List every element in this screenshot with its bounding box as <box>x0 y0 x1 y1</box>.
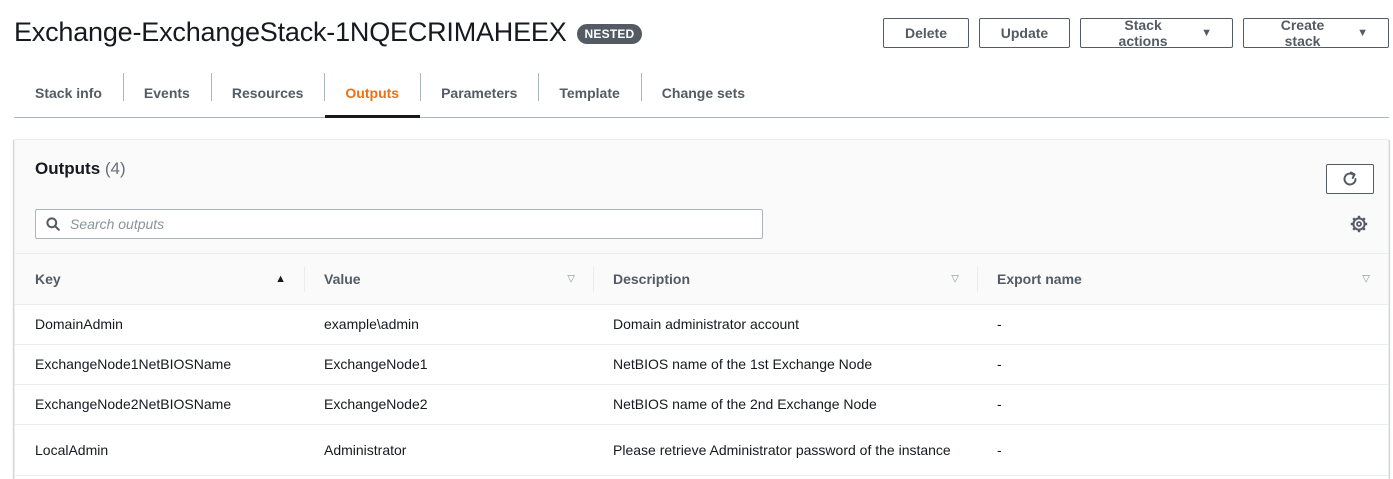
cell-value: ExchangeNode1 <box>304 344 593 385</box>
cell-export-name: - <box>977 304 1388 345</box>
search-icon <box>36 217 70 231</box>
update-button-label: Update <box>1000 25 1049 41</box>
caret-down-icon: ▼ <box>1201 27 1212 39</box>
outputs-panel: Outputs (4) Search outputs Key ▲ Value ▽… <box>14 139 1389 479</box>
cell-value: ExchangeNode2 <box>304 384 593 425</box>
create-stack-button[interactable]: Create stack ▼ <box>1243 17 1389 49</box>
cell-description: Please retrieve Administrator password o… <box>593 424 977 476</box>
tab-stack-info[interactable]: Stack info <box>14 68 123 117</box>
header-actions: Delete Update Stack actions ▼ Create sta… <box>883 17 1389 49</box>
column-label: Value <box>324 270 361 287</box>
gear-icon[interactable] <box>1350 215 1368 233</box>
stack-actions-label: Stack actions <box>1118 17 1168 49</box>
caret-down-icon: ▼ <box>1357 27 1368 39</box>
cloudformation-stack-page: Exchange-ExchangeStack-1NQECRIMAHEEX NES… <box>0 0 1393 479</box>
table-row: ExchangeNode2NetBIOSName ExchangeNode2 N… <box>15 384 1388 425</box>
table-row: DomainAdmin example\admin Domain adminis… <box>15 304 1388 345</box>
stack-tabs: Stack info Events Resources Outputs Para… <box>14 68 1389 118</box>
stack-actions-button[interactable]: Stack actions ▼ <box>1080 17 1233 49</box>
cell-description: NetBIOS name of the 1st Exchange Node <box>593 344 977 385</box>
delete-button[interactable]: Delete <box>883 18 969 48</box>
table-row: ExchangeNode1NetBIOSName ExchangeNode1 N… <box>15 344 1388 385</box>
cell-value: example\admin <box>304 304 593 345</box>
column-label: Export name <box>997 270 1082 287</box>
cell-export-name: - <box>977 384 1388 425</box>
cell-description: Domain administrator account <box>593 304 977 345</box>
column-label: Description <box>613 270 691 287</box>
tab-events[interactable]: Events <box>122 68 211 117</box>
column-header-export-name[interactable]: Export name ▽ <box>977 254 1388 304</box>
tab-outputs[interactable]: Outputs <box>324 68 420 118</box>
cell-export-name: - <box>977 424 1388 476</box>
table-row: LocalAdmin Administrator Please retrieve… <box>15 424 1388 476</box>
sort-icon: ▽ <box>951 273 959 285</box>
column-header-key[interactable]: Key ▲ <box>15 254 304 304</box>
search-box <box>35 209 763 239</box>
create-stack-label: Create stack <box>1280 17 1325 49</box>
sort-icon: ▽ <box>567 273 575 285</box>
cell-description: NetBIOS name of the 2nd Exchange Node <box>593 384 977 425</box>
table-header-row: Key ▲ Value ▽ Description ▽ Export name … <box>15 254 1388 304</box>
column-label: Key <box>35 270 61 287</box>
tab-resources[interactable]: Resources <box>210 68 325 117</box>
cell-key: LocalAdmin <box>15 424 304 476</box>
column-header-value[interactable]: Value ▽ <box>304 254 593 304</box>
outputs-title: Outputs (4) <box>35 159 126 179</box>
tab-parameters[interactable]: Parameters <box>420 68 538 117</box>
outputs-panel-header: Outputs (4) <box>15 140 1388 254</box>
cell-key: ExchangeNode1NetBIOSName <box>15 344 304 385</box>
cell-value: Administrator <box>304 424 593 476</box>
sort-ascending-icon: ▲ <box>275 272 286 285</box>
cell-key: DomainAdmin <box>15 304 304 345</box>
cell-key: ExchangeNode2NetBIOSName <box>15 384 304 425</box>
outputs-title-text: Outputs <box>35 159 101 178</box>
update-button[interactable]: Update <box>979 18 1070 48</box>
refresh-icon <box>1343 171 1357 186</box>
cell-export-name: - <box>977 344 1388 385</box>
delete-button-label: Delete <box>904 25 948 41</box>
tab-change-sets[interactable]: Change sets <box>640 68 766 117</box>
page-header: Exchange-ExchangeStack-1NQECRIMAHEEX NES… <box>14 12 1389 52</box>
outputs-table: Key ▲ Value ▽ Description ▽ Export name … <box>15 254 1388 476</box>
sort-icon: ▽ <box>1362 273 1370 285</box>
outputs-count: (4) <box>104 159 126 178</box>
column-header-description[interactable]: Description ▽ <box>593 254 977 304</box>
page-title: Exchange-ExchangeStack-1NQECRIMAHEEX <box>14 16 567 47</box>
search-input[interactable] <box>70 216 762 232</box>
tab-template[interactable]: Template <box>538 68 640 117</box>
nested-badge: NESTED <box>576 24 643 44</box>
refresh-button[interactable] <box>1326 164 1374 194</box>
